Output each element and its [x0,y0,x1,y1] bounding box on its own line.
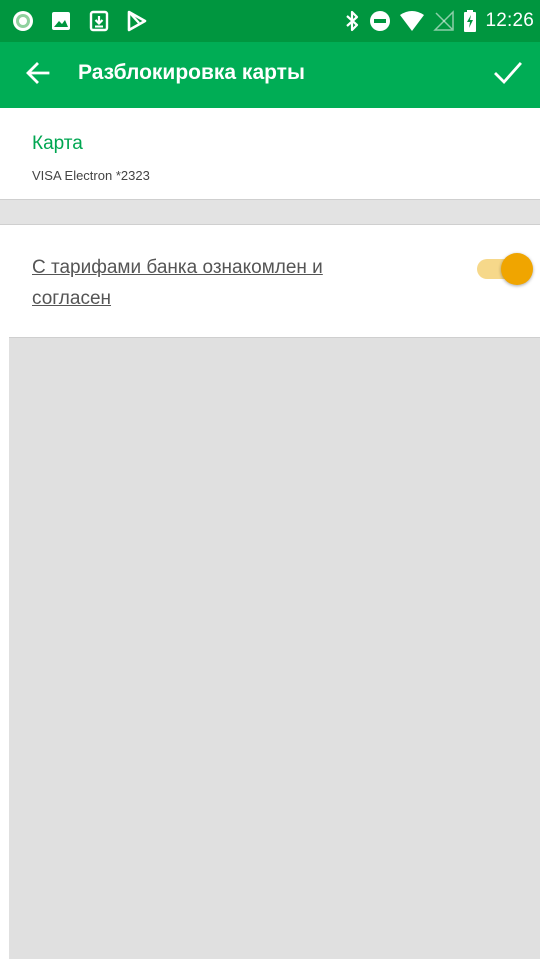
app-logo-icon [12,10,34,32]
arrow-back-icon [24,59,52,92]
agreement-toggle[interactable] [475,250,533,285]
app-bar: Разблокировка карты [0,42,540,108]
image-icon [50,10,72,32]
download-icon [88,10,110,32]
section-divider [0,200,540,225]
card-selector[interactable]: Карта VISA Electron *2323 [0,108,540,200]
no-sim-icon [433,10,455,32]
empty-content-area [9,338,540,959]
status-right-icons: 12:26 [343,8,534,34]
bluetooth-icon [343,10,361,32]
status-left-icons [12,8,148,34]
checkmark-icon [493,58,523,93]
status-bar: 12:26 [0,0,540,42]
back-button[interactable] [20,57,56,93]
do-not-disturb-icon [369,10,391,32]
status-time: 12:26 [485,10,534,31]
card-number: VISA Electron *2323 [32,168,150,183]
wifi-icon [399,10,425,32]
screen: 12:26 Разблокировка карты Карта VISA Ele… [0,0,540,959]
card-label: Карта [32,133,83,154]
google-play-icon [126,10,148,32]
confirm-button[interactable] [490,57,526,93]
tariff-agreement-link[interactable]: С тарифами банка ознакомлен и согласен [32,252,362,314]
tariff-agreement-row: С тарифами банка ознакомлен и согласен [9,225,540,338]
left-edge-strip [0,225,9,959]
battery-charging-icon [463,10,477,32]
page-title: Разблокировка карты [78,61,305,84]
toggle-thumb [501,253,533,285]
